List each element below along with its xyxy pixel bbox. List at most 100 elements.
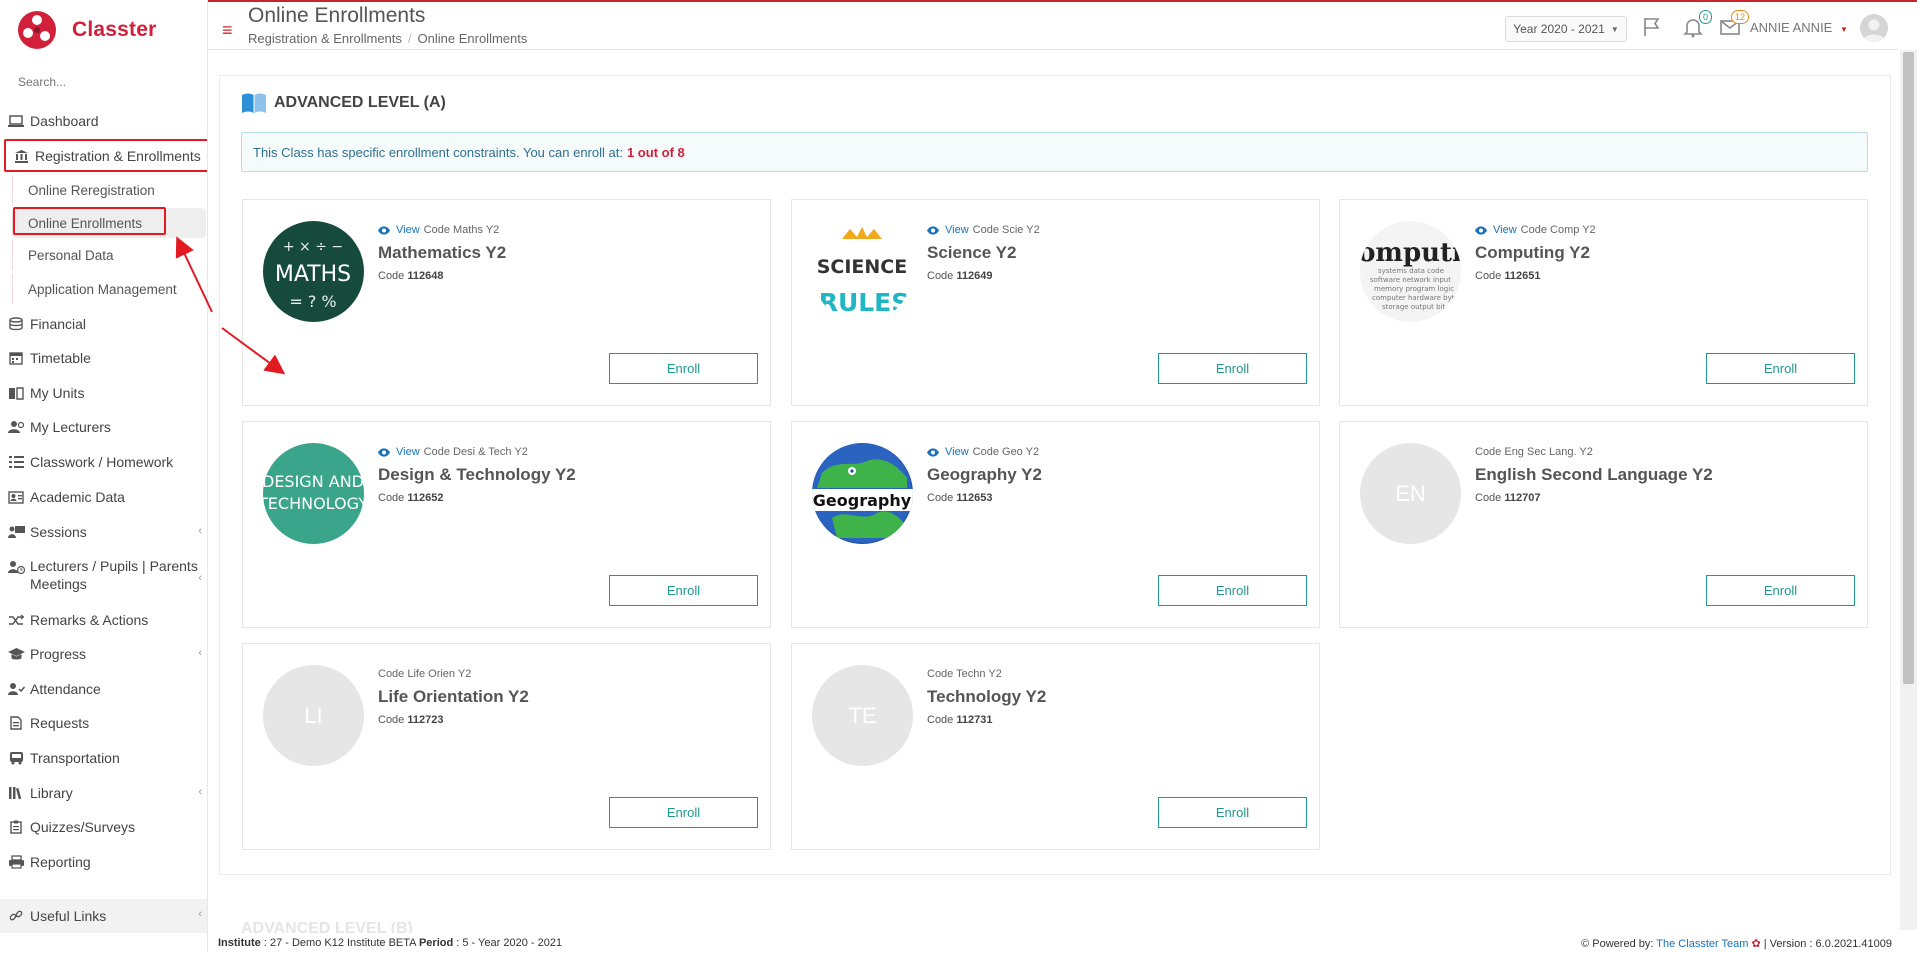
science-image-text-bottom: RULES	[819, 288, 910, 317]
user-menu[interactable]: ANNIE ANNIE ▼	[1750, 20, 1848, 35]
sidebar-item-label: Financial	[30, 316, 87, 332]
bell-icon[interactable]: 0	[1682, 10, 1712, 38]
avatar[interactable]	[1860, 14, 1888, 42]
scrollbar-thumb[interactable]	[1903, 52, 1914, 684]
enroll-button[interactable]: Enroll	[609, 797, 758, 828]
course-code-line: View Code Maths Y2	[378, 224, 499, 236]
sidebar-item-library[interactable]: Library ‹	[0, 776, 207, 810]
open-book-icon	[242, 93, 266, 113]
sidebar-item-reporting[interactable]: Reporting	[0, 845, 207, 879]
sidebar-item-progress[interactable]: Progress ‹	[0, 637, 207, 671]
course-code-label: Code Techn Y2	[927, 668, 1002, 680]
design-image-text-top: DESIGN AND	[263, 472, 364, 491]
sidebar-item-useful-links[interactable]: Useful Links ‹	[0, 899, 207, 933]
sidebar-item-label: Transportation	[30, 750, 120, 766]
course-code-label: Code Geo Y2	[972, 446, 1040, 458]
sidebar-item-my-lecturers[interactable]: My Lecturers	[0, 410, 207, 444]
year-selector[interactable]: Year 2020 - 2021 ▼	[1505, 16, 1627, 42]
view-link[interactable]: View	[378, 446, 420, 458]
enroll-button[interactable]: Enroll	[1706, 575, 1855, 606]
course-card: LI Code Life Orien Y2 Life Orientation Y…	[242, 643, 771, 850]
sidebar-item-sessions[interactable]: Sessions ‹	[0, 515, 207, 549]
subitem-label: Online Enrollments	[28, 215, 143, 231]
search-input[interactable]	[18, 75, 188, 89]
course-code-value: 112652	[407, 492, 444, 504]
course-image-computing: omputi systems data code software networ…	[1360, 221, 1461, 322]
bus-icon	[7, 750, 25, 766]
eye-icon	[378, 225, 390, 235]
sidebar-item-label: Lecturers / Pupils | Parents Meetings	[30, 558, 198, 592]
view-link[interactable]: View	[927, 446, 969, 458]
breadcrumb-item: Online Enrollments	[417, 31, 528, 46]
course-code-line: Code Life Orien Y2	[378, 668, 471, 680]
sidebar-item-label: Library	[30, 785, 73, 801]
course-code-prefix: Code	[378, 714, 405, 726]
footer-institute-value: : 27 - Demo K12 Institute BETA	[263, 937, 416, 949]
subitem-label: Application Management	[28, 281, 177, 297]
brand-logo[interactable]: Classter	[0, 0, 207, 60]
footer-powered-link[interactable]: The Classter Team	[1656, 938, 1748, 950]
flag-icon[interactable]	[1641, 16, 1665, 38]
course-image-geography: Geography	[812, 443, 913, 544]
course-image-design: DESIGN AND TECHNOLOGY	[263, 443, 364, 544]
course-card: EN Code Eng Sec Lang. Y2 English Second …	[1339, 421, 1868, 628]
user-name: ANNIE ANNIE	[1750, 20, 1833, 35]
link-icon	[7, 909, 25, 923]
sidebar-item-timetable[interactable]: Timetable	[0, 341, 207, 375]
view-link[interactable]: View	[378, 224, 420, 236]
course-code: Code 112651	[1475, 270, 1540, 282]
chevron-left-icon: ‹	[198, 647, 202, 659]
course-code-prefix: Code	[927, 492, 954, 504]
sidebar-item-label: Requests	[30, 715, 90, 731]
enroll-button[interactable]: Enroll	[609, 575, 758, 606]
sidebar-item-label: Attendance	[30, 681, 101, 697]
sidebar-item-registration[interactable]: Registration & Enrollments	[0, 139, 207, 173]
sidebar-subitem-online-reregistration[interactable]: Online Reregistration	[12, 175, 206, 205]
sidebar-item-dashboard[interactable]: Dashboard	[0, 104, 207, 138]
sidebar-item-remarks[interactable]: Remarks & Actions	[0, 603, 207, 637]
geography-image-text: Geography	[813, 491, 912, 510]
enroll-button[interactable]: Enroll	[1706, 353, 1855, 384]
science-image-text-top: SCIENCE	[817, 256, 908, 278]
sidebar-item-label: Registration & Enrollments	[35, 148, 201, 164]
alert-count: 1 out of 8	[626, 144, 685, 160]
sidebar-item-quizzes[interactable]: Quizzes/Surveys	[0, 810, 207, 844]
view-link[interactable]: View	[1475, 224, 1517, 236]
envelope-icon[interactable]: 12	[1719, 10, 1749, 38]
sidebar-item-transportation[interactable]: Transportation	[0, 741, 207, 775]
eye-icon	[927, 447, 939, 457]
chevron-left-icon: ‹	[198, 525, 202, 537]
course-initials-avatar: LI	[263, 665, 364, 766]
sidebar-item-academic-data[interactable]: Academic Data	[0, 480, 207, 514]
page-scrollbar[interactable]	[1900, 50, 1917, 930]
sidebar-item-requests[interactable]: Requests	[0, 706, 207, 740]
course-image-science: SCIENCE RULES	[812, 221, 913, 322]
page-footer: Institute : 27 - Demo K12 Institute BETA…	[208, 933, 1900, 953]
sidebar-item-meetings[interactable]: Lecturers / Pupils | Parents Meetings ‹	[0, 557, 207, 595]
enroll-button[interactable]: Enroll	[609, 353, 758, 384]
eye-icon	[1475, 225, 1487, 235]
coins-icon	[7, 316, 25, 332]
sidebar-item-attendance[interactable]: Attendance	[0, 672, 207, 706]
bank-icon	[12, 148, 30, 164]
sidebar-subitem-application-management[interactable]: Application Management	[12, 274, 206, 304]
sidebar-item-classwork[interactable]: Classwork / Homework	[0, 445, 207, 479]
course-initials-avatar: EN	[1360, 443, 1461, 544]
sidebar-subitem-online-enrollments[interactable]: Online Enrollments	[12, 208, 206, 238]
enroll-button[interactable]: Enroll	[1158, 797, 1307, 828]
breadcrumb-item[interactable]: Registration & Enrollments	[248, 31, 402, 46]
menu-toggle-icon[interactable]: ≡	[222, 20, 233, 41]
course-code-value: 112707	[1504, 492, 1541, 504]
view-label: View	[945, 446, 969, 458]
course-code-label: Code Comp Y2	[1520, 224, 1596, 236]
course-code-prefix: Code	[378, 270, 405, 282]
enroll-button[interactable]: Enroll	[1158, 575, 1307, 606]
sidebar-item-my-units[interactable]: My Units	[0, 376, 207, 410]
sidebar-item-financial[interactable]: Financial	[0, 307, 207, 341]
sidebar-subitem-personal-data[interactable]: Personal Data	[12, 240, 206, 270]
enroll-button[interactable]: Enroll	[1158, 353, 1307, 384]
section-title-text: ADVANCED LEVEL (A)	[274, 94, 446, 111]
sidebar-item-label: Academic Data	[30, 489, 125, 505]
view-link[interactable]: View	[927, 224, 969, 236]
sidebar-item-label: My Units	[30, 385, 85, 401]
